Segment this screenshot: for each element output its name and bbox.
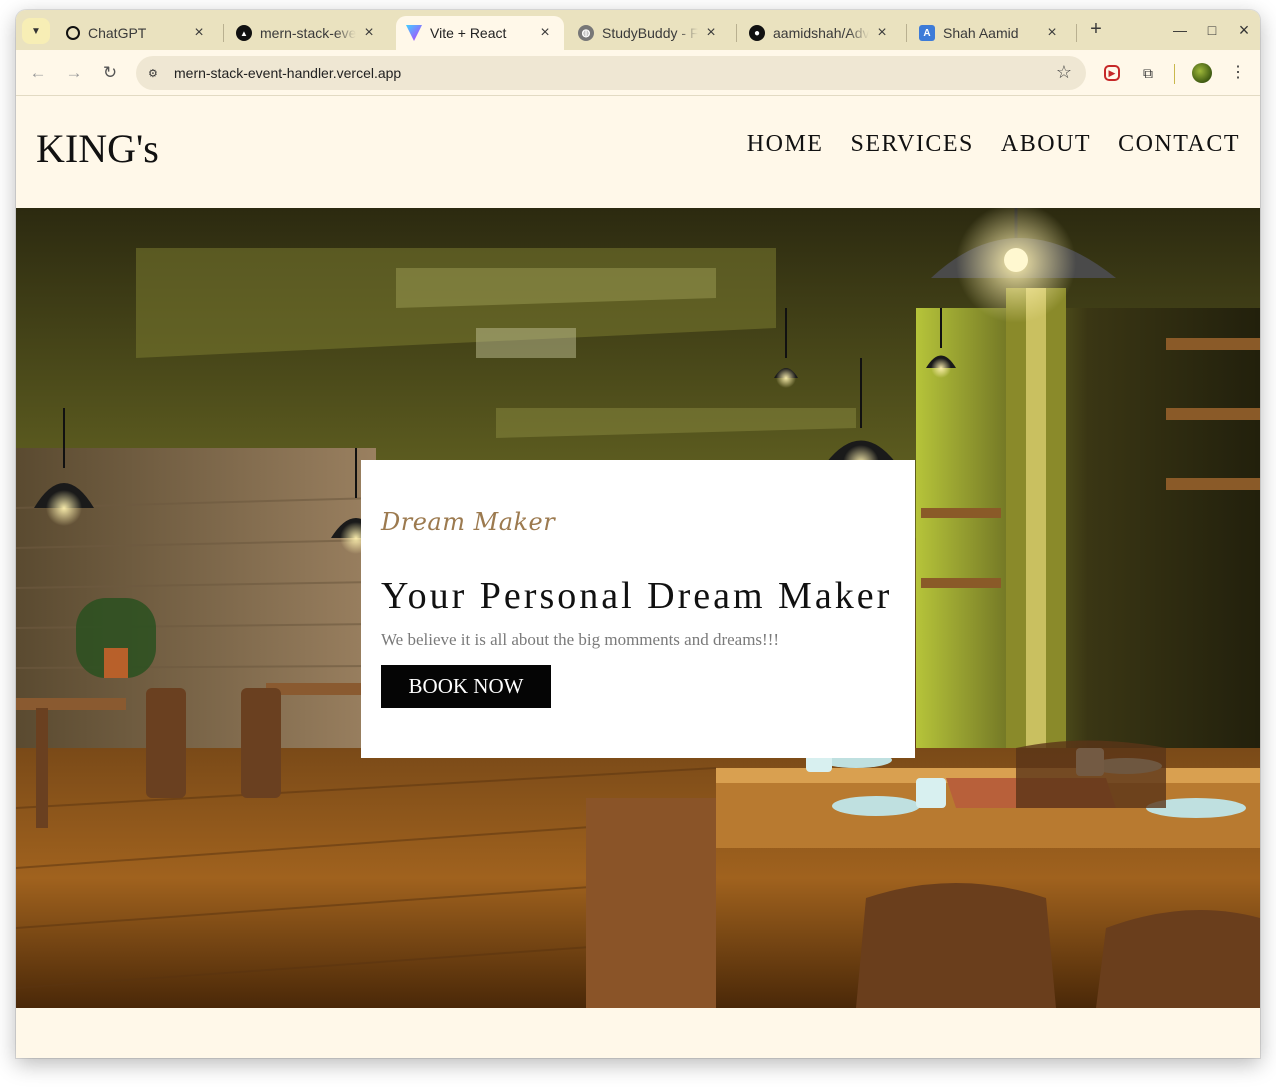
hero-card: Dream Maker Your Personal Dream Maker We…	[361, 460, 915, 758]
tab-chatgpt[interactable]: ChatGPT ×	[56, 16, 218, 50]
tab-github[interactable]: ● aamidshah/Advanced ×	[739, 16, 901, 50]
letter-a-icon: A	[919, 25, 935, 41]
tab-mern-stack[interactable]: ▲ mern-stack-event-handler ×	[226, 16, 388, 50]
toolbar-divider	[1174, 64, 1175, 84]
tab-vite-react[interactable]: Vite + React ×	[396, 16, 564, 50]
window-close-icon[interactable]: ×	[1233, 19, 1255, 41]
book-now-button[interactable]: BOOK NOW	[381, 665, 551, 708]
bookmark-star-icon[interactable]: ☆	[1056, 62, 1072, 83]
url-text[interactable]: mern-stack-event-handler.vercel.app	[174, 65, 401, 81]
address-bar[interactable]: ⚙ mern-stack-event-handler.vercel.app ☆	[136, 56, 1086, 90]
hero-kicker: Dream Maker	[381, 508, 556, 536]
site-header: KING's HOME SERVICES ABOUT CONTACT	[16, 97, 1260, 208]
minimize-icon[interactable]: —	[1169, 19, 1191, 41]
nav-home[interactable]: HOME	[747, 131, 824, 158]
vercel-icon: ▲	[236, 25, 252, 41]
maximize-icon[interactable]: □	[1201, 19, 1223, 41]
extension-icon[interactable]: ▶	[1104, 65, 1120, 81]
tab-shah-aamid[interactable]: A Shah Aamid ×	[909, 16, 1071, 50]
close-icon[interactable]: ×	[873, 24, 891, 42]
close-icon[interactable]: ×	[702, 24, 720, 42]
nav-contact[interactable]: CONTACT	[1118, 131, 1240, 158]
tab-separator	[223, 24, 224, 42]
site-settings-icon[interactable]: ⚙	[148, 67, 164, 80]
profile-avatar[interactable]	[1192, 63, 1212, 83]
close-icon[interactable]: ×	[1043, 24, 1061, 42]
menu-kebab-icon[interactable]: ⋮	[1227, 62, 1249, 84]
web-page: KING's HOME SERVICES ABOUT CONTACT Dream…	[16, 97, 1260, 1058]
site-logo[interactable]: KING's	[36, 125, 159, 172]
extensions-puzzle-icon[interactable]: ⧉	[1137, 62, 1159, 84]
close-icon[interactable]: ×	[536, 24, 554, 42]
tab-studybuddy[interactable]: ◍ StudyBuddy - Find ×	[568, 16, 730, 50]
hero-subtitle: We believe it is all about the big momme…	[381, 630, 780, 649]
nav-services[interactable]: SERVICES	[850, 131, 973, 158]
nav-about[interactable]: ABOUT	[1001, 131, 1091, 158]
tab-search-button[interactable]: ▼	[22, 18, 50, 44]
reload-icon[interactable]: ↻	[99, 62, 121, 84]
close-icon[interactable]: ×	[360, 24, 378, 42]
github-icon: ●	[749, 25, 765, 41]
chevron-down-icon: ▼	[31, 25, 41, 37]
hero-title: Your Personal Dream Maker	[381, 575, 893, 617]
tab-strip: ▼ ChatGPT × ▲ mern-stack-event-handler ×…	[16, 10, 1260, 50]
hero-section: Dream Maker Your Personal Dream Maker We…	[16, 208, 1260, 1008]
tab-separator	[736, 24, 737, 42]
main-nav: HOME SERVICES ABOUT CONTACT	[747, 131, 1240, 158]
globe-icon: ◍	[578, 25, 594, 41]
close-icon[interactable]: ×	[190, 24, 208, 42]
browser-window: ▼ ChatGPT × ▲ mern-stack-event-handler ×…	[16, 10, 1260, 1058]
chatgpt-icon	[66, 26, 80, 40]
back-icon[interactable]: ←	[27, 62, 49, 84]
tab-separator	[1076, 24, 1077, 42]
forward-icon[interactable]: →	[63, 62, 85, 84]
new-tab-button[interactable]: +	[1086, 19, 1106, 40]
tab-separator	[906, 24, 907, 42]
browser-toolbar: ← → ↻ ⚙ mern-stack-event-handler.vercel.…	[16, 50, 1260, 96]
vite-icon	[406, 25, 422, 41]
